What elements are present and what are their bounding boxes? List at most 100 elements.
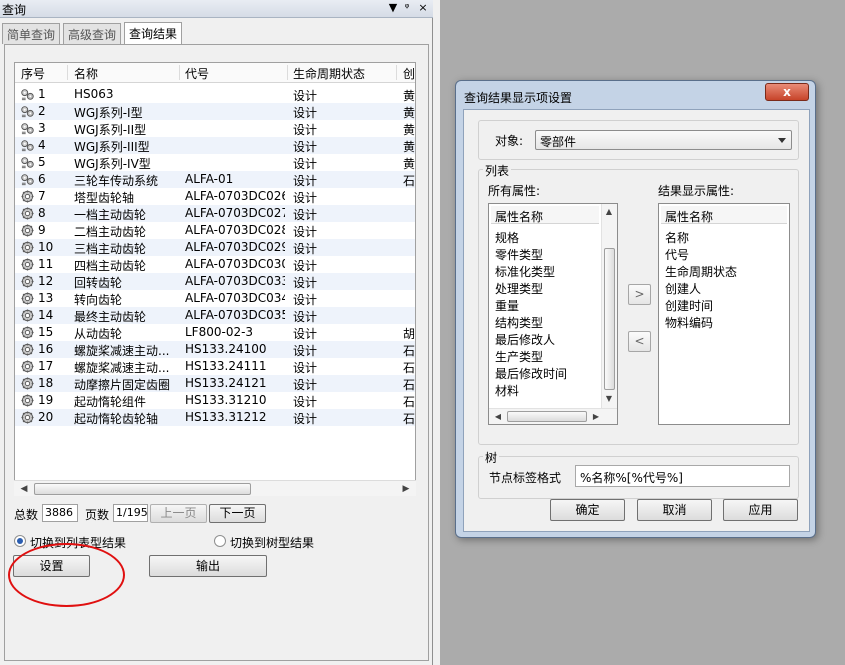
tab-advanced-query[interactable]: 高级查询 — [63, 23, 122, 44]
column-header-no[interactable]: 序号 — [21, 65, 45, 82]
cell-name: WGJ系列-IV型 — [74, 157, 151, 171]
list-item[interactable]: 标准化类型 — [495, 263, 555, 280]
object-select[interactable]: 零部件 — [535, 130, 792, 150]
cell-name: 塔型齿轮轴 — [74, 191, 135, 205]
column-header-code[interactable]: 代号 — [185, 65, 209, 82]
table-row[interactable]: 7 塔型齿轮轴 ALFA-0703DC026... 设计 — [15, 188, 415, 205]
apply-button[interactable]: 应用 — [723, 499, 798, 521]
prev-page-button[interactable]: 上一页 — [150, 504, 207, 523]
table-row[interactable]: 4 WGJ系列-III型 设计 黄 — [15, 137, 415, 154]
table-row[interactable]: 19 起动惰轮组件 HS133.31210 设计 石 — [15, 392, 415, 409]
table-row[interactable]: 3 WGJ系列-II型 设计 黄 — [15, 120, 415, 137]
node-label-format-input[interactable]: %名称%[%代号%] — [575, 465, 790, 487]
tab-simple-query[interactable]: 简单查询 — [2, 23, 61, 44]
list-item[interactable]: 生命周期状态 — [665, 263, 737, 280]
export-button[interactable]: 输出 — [149, 555, 267, 577]
scroll-left-icon[interactable]: ◀ — [491, 412, 505, 421]
list-group-label: 列表 — [483, 162, 512, 179]
scroll-up-icon[interactable]: ▲ — [602, 207, 616, 216]
table-row[interactable]: 6 三轮车传动系统 ALFA-01 设计 石 — [15, 171, 415, 188]
cell-creator: 石 — [403, 412, 416, 426]
list-item[interactable]: 代号 — [665, 246, 689, 263]
table-row[interactable]: 8 一档主动齿轮 ALFA-0703DC027... 设计 — [15, 205, 415, 222]
column-header-creator[interactable]: 创 — [403, 65, 415, 82]
move-right-button[interactable]: > — [628, 284, 651, 305]
table-row[interactable]: 13 转向齿轮 ALFA-0703DC034... 设计 — [15, 290, 415, 307]
cell-no: 13 — [38, 291, 54, 305]
scroll-right-icon[interactable]: ▶ — [398, 482, 414, 496]
column-header-name[interactable]: 名称 — [74, 65, 98, 82]
list-item[interactable]: 最后修改人 — [495, 331, 555, 348]
table-row[interactable]: 2 WGJ系列-I型 设计 黄 — [15, 103, 415, 120]
table-row[interactable]: 5 WGJ系列-IV型 设计 黄 — [15, 154, 415, 171]
scroll-down-icon[interactable]: ▼ — [602, 394, 616, 403]
list-item[interactable]: 名称 — [665, 229, 689, 246]
column-header-state[interactable]: 生命周期状态 — [293, 65, 365, 82]
list-item[interactable]: 零件类型 — [495, 246, 543, 263]
table-row[interactable]: 1 HS063 设计 黄 — [15, 86, 415, 103]
table-row[interactable]: 9 二档主动齿轮 ALFA-0703DC028... 设计 — [15, 222, 415, 239]
cell-state: 设计 — [293, 344, 318, 358]
list-item[interactable]: 材料 — [495, 382, 519, 399]
results-table[interactable]: 序号 名称 代号 生命周期状态 创 1 HS063 设计黄 2 WGJ系列-I型 设计黄 3… — [14, 62, 416, 496]
list-view-radio[interactable] — [14, 535, 26, 547]
scroll-thumb[interactable] — [507, 411, 587, 422]
horizontal-scrollbar[interactable]: ◀ ▶ — [14, 480, 416, 496]
cell-state: 设计 — [293, 293, 318, 307]
gear-icon — [20, 411, 35, 424]
list-item[interactable]: 创建时间 — [665, 297, 713, 314]
table-row[interactable]: 18 动摩擦片固定齿圈 HS133.24121 设计 石 — [15, 375, 415, 392]
next-page-button[interactable]: 下一页 — [209, 504, 266, 523]
table-row[interactable]: 20 起动惰轮齿轮轴 HS133.31212 设计 石 — [15, 409, 416, 426]
cell-state: 设计 — [293, 242, 318, 256]
cell-name: 转向齿轮 — [74, 293, 123, 307]
cell-state: 设计 — [293, 225, 318, 239]
tree-view-label[interactable]: 切换到树型结果 — [230, 534, 314, 551]
cell-name: 螺旋桨减速主动... — [74, 344, 170, 358]
panel-menu-icon[interactable]: ▼ — [386, 1, 400, 14]
scroll-left-icon[interactable]: ◀ — [16, 482, 32, 496]
table-row[interactable]: 12 回转齿轮 ALFA-0703DC033... 设计 — [15, 273, 415, 290]
gear-icon — [20, 292, 35, 305]
vertical-scrollbar[interactable]: ▲ ▼ — [601, 204, 617, 408]
scroll-right-icon[interactable]: ▶ — [589, 412, 603, 421]
table-row[interactable]: 15 从动齿轮 LF800-02-3 设计 胡 — [15, 324, 415, 341]
all-attributes-list[interactable]: 属性名称 规格 零件类型 标准化类型 处理类型 重量 结构类型 最后修改人 生产类型 最后修改时… — [488, 203, 618, 425]
cell-name: 动摩擦片固定齿圈 — [74, 378, 171, 392]
table-row[interactable]: 14 最终主动齿轮 ALFA-0703DC035... 设计 — [15, 307, 415, 324]
table-row[interactable]: 10 三档主动齿轮 ALFA-0703DC029... 设计 — [15, 239, 415, 256]
scroll-thumb[interactable] — [604, 248, 615, 390]
list-item[interactable]: 生产类型 — [495, 348, 543, 365]
result-attributes-list[interactable]: 属性名称 名称 代号 生命周期状态 创建人 创建时间 物料编码 — [658, 203, 790, 425]
pin-icon[interactable]: ᵠ — [400, 1, 414, 14]
cell-name: 四档主动齿轮 — [74, 259, 147, 273]
tree-view-radio[interactable] — [214, 535, 226, 547]
list-item[interactable]: 物料编码 — [665, 314, 713, 331]
list-item[interactable]: 创建人 — [665, 280, 701, 297]
table-row[interactable]: 16 螺旋桨减速主动... HS133.24100 设计 石 — [15, 341, 415, 358]
list-item[interactable]: 结构类型 — [495, 314, 543, 331]
gear-icon — [20, 326, 35, 339]
list-item[interactable]: 规格 — [495, 229, 519, 246]
scroll-thumb[interactable] — [34, 483, 251, 495]
cell-name: 三档主动齿轮 — [74, 242, 147, 256]
cell-no: 1 — [38, 87, 46, 101]
tree-group: 树 节点标签格式 %名称%[%代号%] — [478, 449, 799, 499]
list-item[interactable]: 重量 — [495, 297, 519, 314]
horizontal-scrollbar[interactable]: ◀ ▶ — [489, 408, 617, 424]
table-row[interactable]: 17 螺旋桨减速主动... HS133.24111 设计 石 — [15, 358, 415, 375]
ok-button[interactable]: 确定 — [550, 499, 625, 521]
gear-icon — [20, 360, 35, 373]
cell-no: 2 — [38, 104, 46, 118]
cancel-button[interactable]: 取消 — [637, 499, 712, 521]
close-icon[interactable]: × — [416, 1, 430, 14]
cell-no: 8 — [38, 206, 46, 220]
list-item[interactable]: 最后修改时间 — [495, 365, 567, 382]
table-row[interactable]: 11 四档主动齿轮 ALFA-0703DC030... 设计 — [15, 256, 415, 273]
move-left-button[interactable]: < — [628, 331, 651, 352]
tab-query-results[interactable]: 查询结果 — [124, 22, 183, 44]
list-item[interactable]: 处理类型 — [495, 280, 543, 297]
cell-name: 起动惰轮组件 — [74, 395, 147, 409]
cell-code: ALFA-01 — [185, 172, 234, 186]
dialog-close-button[interactable]: x — [765, 83, 809, 101]
